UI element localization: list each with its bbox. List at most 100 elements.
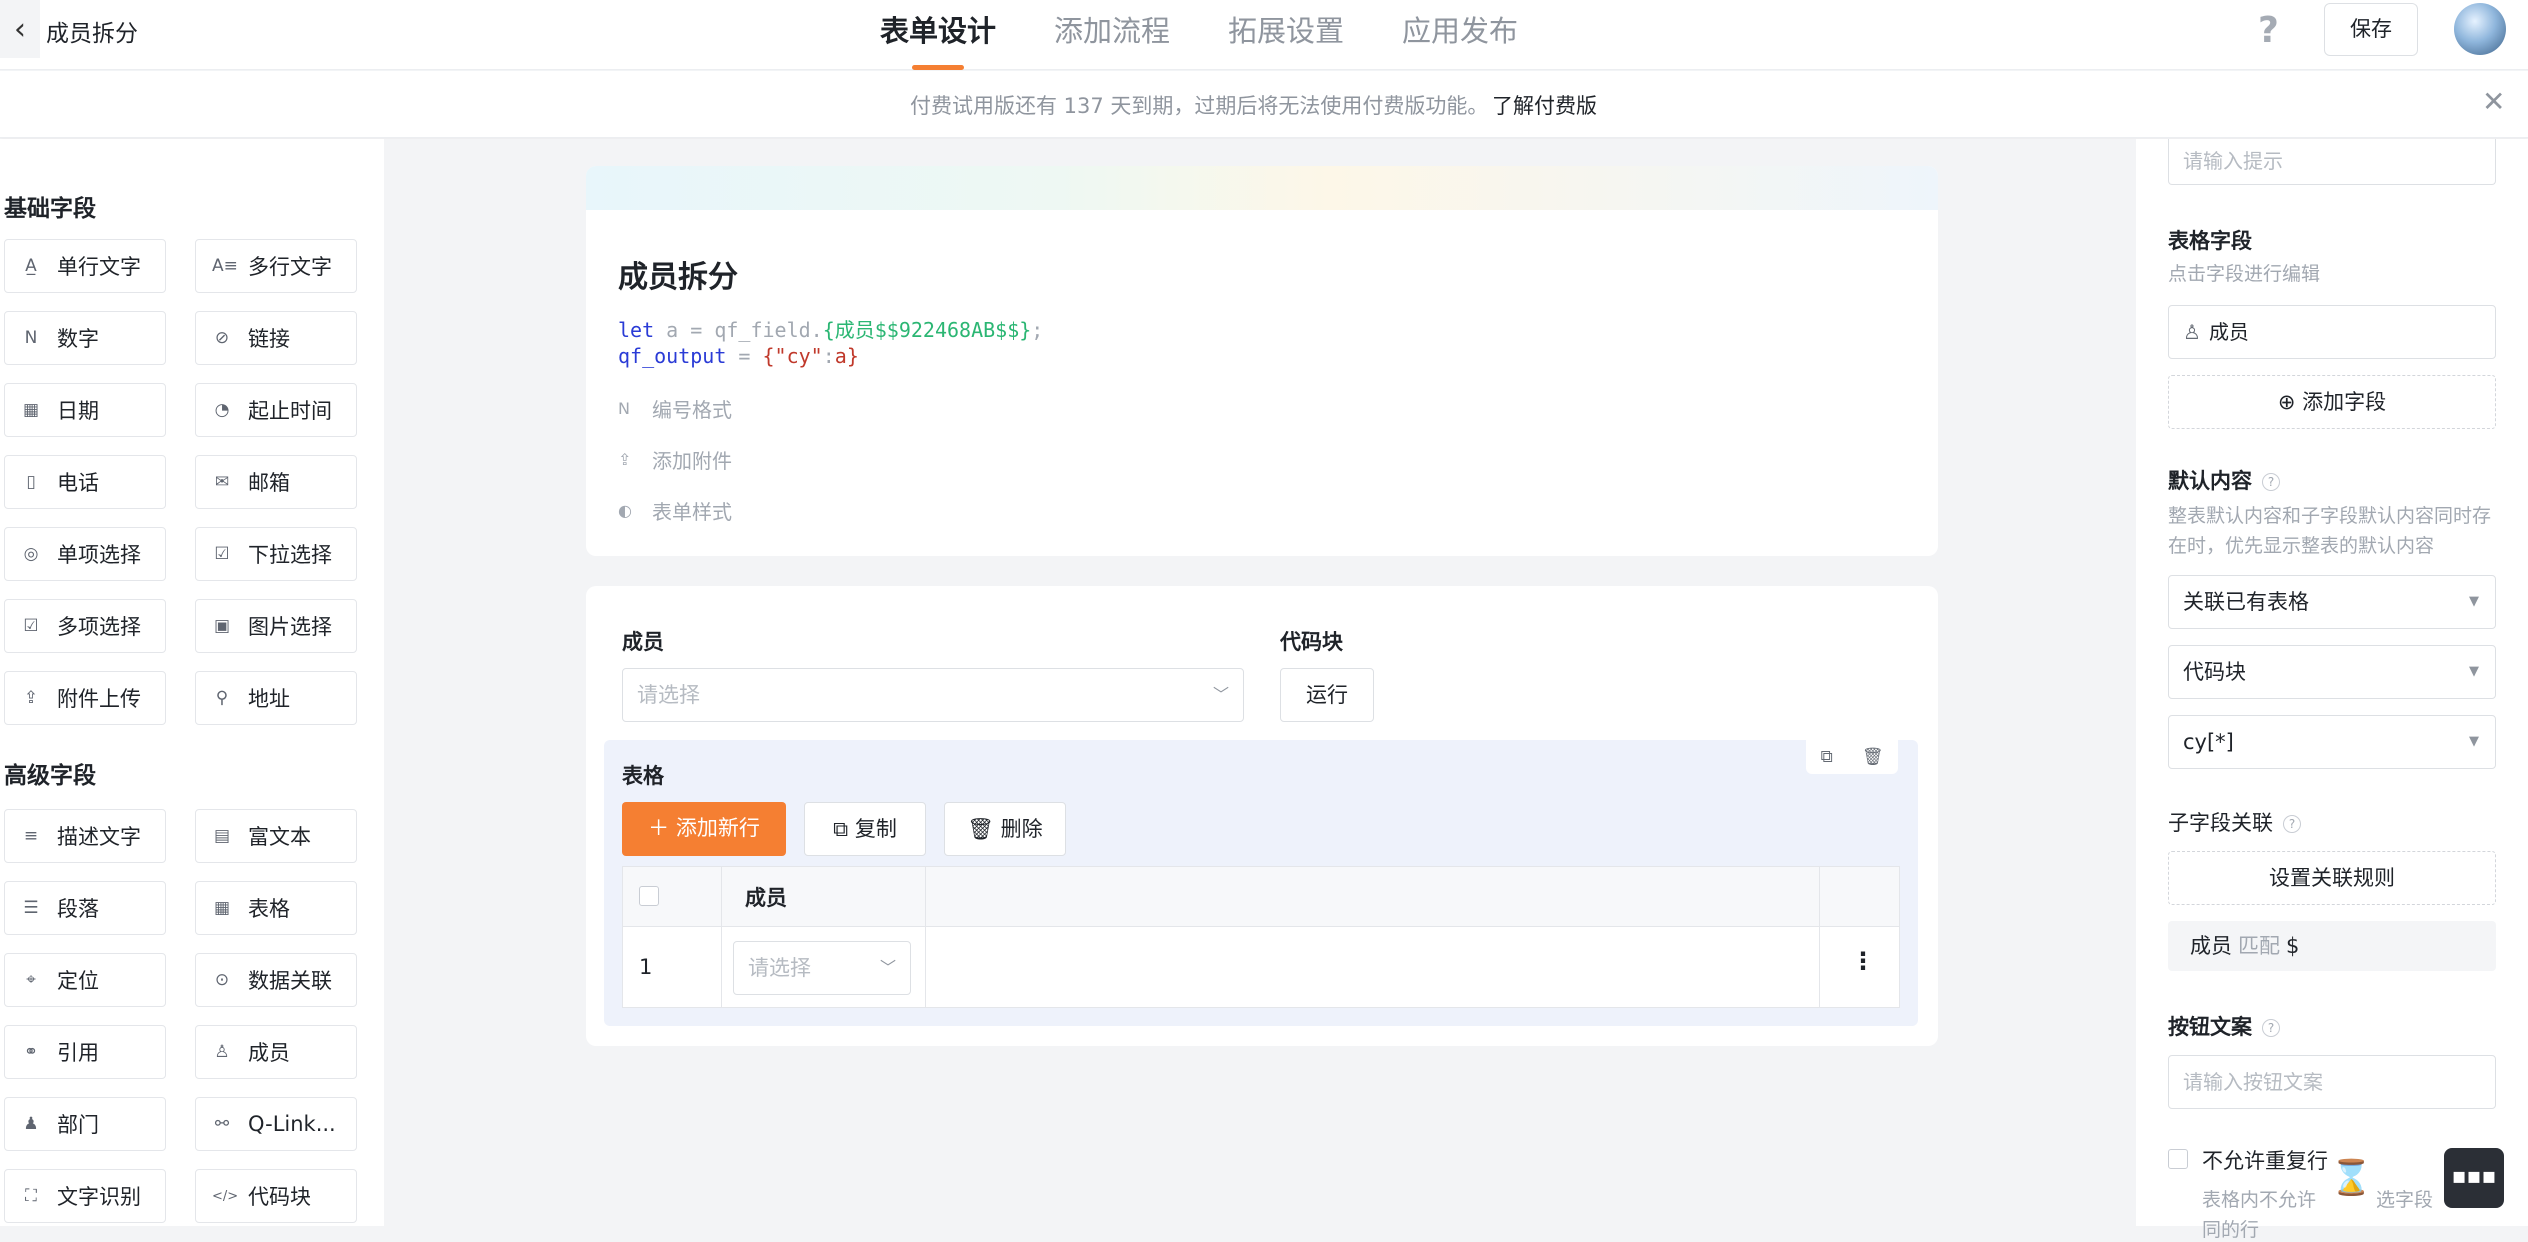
row-member-select[interactable]: 请选择 ﹀ bbox=[733, 941, 911, 995]
default-content-title: 默认内容? bbox=[2168, 465, 2280, 495]
form-header-card[interactable]: 成员拆分 let a = qf_field.{成员$$922468AB$$}; … bbox=[586, 166, 1938, 556]
help-icon[interactable]: ? bbox=[2262, 1019, 2280, 1037]
member-select[interactable]: 请选择 ﹀ bbox=[622, 668, 1244, 722]
field-link[interactable]: ⊘ 链接 bbox=[195, 311, 357, 365]
default-source-select[interactable]: 关联已有表格 ▼ bbox=[2168, 575, 2496, 629]
field-member[interactable]: ♙ 成员 bbox=[195, 1025, 357, 1079]
add-field-button[interactable]: ⊕ 添加字段 bbox=[2168, 375, 2496, 429]
field-ocr[interactable]: ⛶ 文字识别 bbox=[4, 1169, 166, 1223]
form-title: 成员拆分 bbox=[618, 260, 738, 295]
text-icon: A̲ bbox=[25, 256, 37, 276]
button-text-input[interactable]: 请输入按钮文案 bbox=[2168, 1055, 2496, 1109]
field-single-choice[interactable]: ◎ 单项选择 bbox=[4, 527, 166, 581]
field-qlink[interactable]: ⚯ Q-Link... bbox=[195, 1097, 357, 1151]
user-icon: ♙ bbox=[214, 1042, 230, 1062]
table-label: 表格 bbox=[622, 764, 664, 788]
field-department[interactable]: ♟ 部门 bbox=[4, 1097, 166, 1151]
table-fields-sub: 点击字段进行编辑 bbox=[2168, 263, 2321, 285]
field-single-line[interactable]: A̲ 单行文字 bbox=[4, 239, 166, 293]
close-icon[interactable]: ✕ bbox=[2482, 85, 2505, 118]
field-address[interactable]: ⚲ 地址 bbox=[195, 671, 357, 725]
save-button[interactable]: 保存 bbox=[2324, 3, 2418, 56]
tab-publish[interactable]: 应用发布 bbox=[1402, 0, 1518, 70]
plus-icon: ＋ bbox=[648, 816, 676, 840]
field-image-choice[interactable]: ▣ 图片选择 bbox=[195, 599, 357, 653]
tab-add-flow[interactable]: 添加流程 bbox=[1054, 0, 1170, 70]
table-field-tools: ⧉ 🗑 bbox=[1806, 740, 1898, 774]
set-rule-button[interactable]: 设置关联规则 bbox=[2168, 851, 2496, 905]
field-description[interactable]: ≡ 描述文字 bbox=[4, 809, 166, 863]
code-line-2: qf_output = {"cy":a} bbox=[618, 344, 859, 368]
banner-link[interactable]: 了解付费版 bbox=[1492, 90, 1597, 120]
caret-down-icon: ▼ bbox=[2469, 734, 2479, 749]
description-icon: ≡ bbox=[23, 826, 39, 846]
button-text-title: 按钮文案? bbox=[2168, 1011, 2280, 1041]
help-icon[interactable]: ? bbox=[2283, 815, 2301, 833]
table-field-member[interactable]: ♙ 成员 bbox=[2168, 305, 2496, 359]
trash-icon[interactable]: 🗑 bbox=[1862, 747, 1884, 767]
avatar[interactable] bbox=[2454, 3, 2506, 55]
field-reference[interactable]: ⚭ 引用 bbox=[4, 1025, 166, 1079]
tab-form-design[interactable]: 表单设计 bbox=[880, 0, 996, 70]
phone-icon: ▯ bbox=[26, 472, 36, 492]
upload-icon: ⇪ bbox=[23, 688, 39, 708]
field-code-block[interactable]: </> 代码块 bbox=[195, 1169, 357, 1223]
copy-button[interactable]: ⧉ 复制 bbox=[804, 802, 926, 856]
basic-fields-title: 基础字段 bbox=[4, 196, 96, 222]
delete-button[interactable]: 🗑 删除 bbox=[944, 802, 1066, 856]
tab-extend-settings[interactable]: 拓展设置 bbox=[1228, 0, 1344, 70]
field-dropdown[interactable]: ☑ 下拉选择 bbox=[195, 527, 357, 581]
no-duplicate-checkbox[interactable] bbox=[2168, 1149, 2188, 1169]
department-icon: ♟ bbox=[23, 1114, 39, 1134]
field-email[interactable]: ✉ 邮箱 bbox=[195, 455, 357, 509]
help-icon[interactable]: ? bbox=[2258, 10, 2279, 51]
dropdown-icon: ☑ bbox=[214, 544, 230, 564]
field-number[interactable]: N 数字 bbox=[4, 311, 166, 365]
table-field[interactable]: ⧉ 🗑 表格 ＋ 添加新行 ⧉ 复制 🗑 删除 成员 1 请选择 ﹀ ⋮ bbox=[604, 740, 1918, 1026]
link-rule-row[interactable]: 成员 匹配 $ bbox=[2168, 921, 2496, 971]
field-multi-choice[interactable]: ☑ 多项选择 bbox=[4, 599, 166, 653]
field-phone[interactable]: ▯ 电话 bbox=[4, 455, 166, 509]
field-rich-text[interactable]: ▤ 富文本 bbox=[195, 809, 357, 863]
scan-icon: ⛶ bbox=[25, 1186, 37, 1206]
column-divider bbox=[721, 867, 722, 1007]
numbering-format-option[interactable]: N 编号格式 bbox=[618, 394, 732, 423]
default-type-select[interactable]: 代码块 ▼ bbox=[2168, 645, 2496, 699]
app-title: 成员拆分 bbox=[46, 21, 138, 47]
table-header-row: 成员 bbox=[623, 867, 1899, 927]
mail-icon: ✉ bbox=[214, 472, 230, 492]
user-icon: ♙ bbox=[2183, 320, 2201, 344]
paragraph-icon: ☰ bbox=[23, 898, 39, 918]
hint-input[interactable]: 请输入提示 bbox=[2168, 139, 2496, 185]
add-attachment-option[interactable]: ⇪ 添加附件 bbox=[618, 445, 732, 474]
field-multi-line[interactable]: A≡ 多行文字 bbox=[195, 239, 357, 293]
help-icon[interactable]: ? bbox=[2262, 473, 2280, 491]
advanced-fields-title: 高级字段 bbox=[4, 763, 96, 789]
palette-icon: ◐ bbox=[618, 501, 632, 520]
plus-circle-icon: ⊕ bbox=[2277, 390, 2303, 414]
copy-icon: ⧉ bbox=[833, 817, 855, 841]
field-data-link[interactable]: ⊙ 数据关联 bbox=[195, 953, 357, 1007]
copy-icon[interactable]: ⧉ bbox=[1821, 747, 1833, 767]
header-gradient bbox=[586, 166, 1938, 210]
field-paragraph[interactable]: ☰ 段落 bbox=[4, 881, 166, 935]
back-icon[interactable]: ‹ bbox=[0, 0, 40, 58]
field-attachment[interactable]: ⇪ 附件上传 bbox=[4, 671, 166, 725]
default-path-select[interactable]: cy[*] ▼ bbox=[2168, 715, 2496, 769]
add-row-button[interactable]: ＋ 添加新行 bbox=[622, 802, 786, 856]
field-table[interactable]: ▦ 表格 bbox=[195, 881, 357, 935]
reference-icon: ⚭ bbox=[23, 1042, 39, 1062]
form-style-option[interactable]: ◐ 表单样式 bbox=[618, 496, 732, 525]
select-all-checkbox[interactable] bbox=[639, 886, 659, 906]
chat-icon[interactable]: ▪▪▪ bbox=[2444, 1148, 2504, 1208]
column-header-member: 成员 bbox=[745, 886, 787, 910]
field-positioning[interactable]: ⌖ 定位 bbox=[4, 953, 166, 1007]
table-icon: ▦ bbox=[213, 898, 231, 918]
sub-field-link-title: 子字段关联? bbox=[2168, 807, 2301, 837]
run-button[interactable]: 运行 bbox=[1280, 668, 1374, 722]
code-block-label: 代码块 bbox=[1280, 630, 1343, 654]
field-panel: 基础字段 A̲ 单行文字 A≡ 多行文字 N 数字 ⊘ 链接 ▦ 日期 ◔ 起止时间 ▯ 电话… bbox=[0, 139, 384, 1226]
field-date[interactable]: ▦ 日期 bbox=[4, 383, 166, 437]
row-more-icon[interactable]: ⋮ bbox=[1851, 947, 1875, 975]
field-date-range[interactable]: ◔ 起止时间 bbox=[195, 383, 357, 437]
